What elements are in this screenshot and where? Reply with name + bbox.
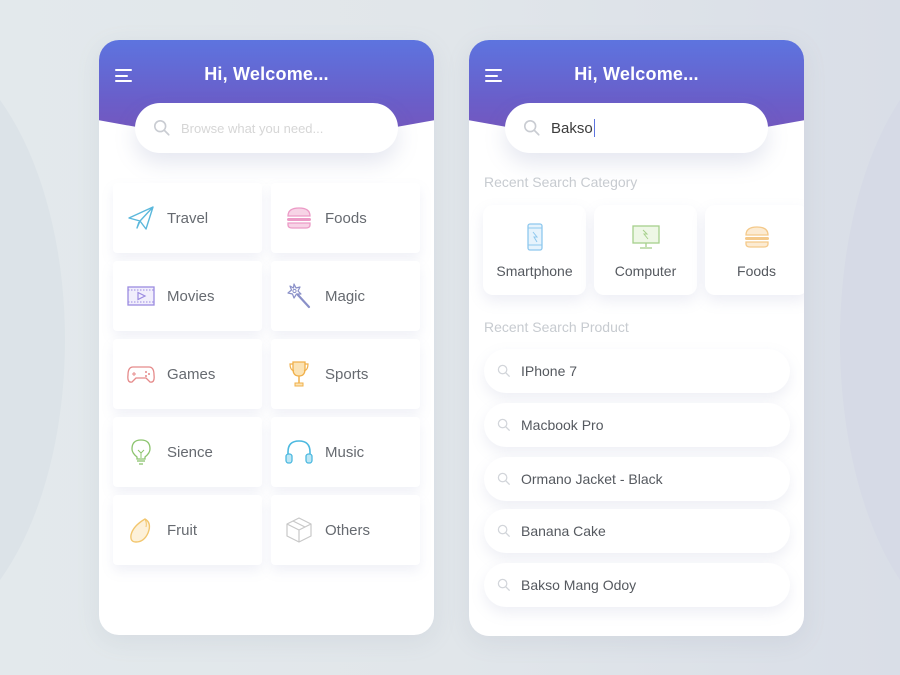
category-label: Fruit xyxy=(167,521,197,539)
category-tile-sports[interactable]: Sports xyxy=(271,339,420,409)
category-tile-fruit[interactable]: Fruit xyxy=(113,495,262,565)
box-icon xyxy=(286,517,312,543)
search-icon xyxy=(153,119,170,136)
category-tile-travel[interactable]: Travel xyxy=(113,183,262,253)
burger-icon xyxy=(744,226,769,248)
burger-icon xyxy=(287,207,311,229)
recent-product-heading: Recent Search Product xyxy=(484,319,629,335)
background-decoration-right xyxy=(840,40,900,640)
category-label: Others xyxy=(325,521,371,539)
gamepad-icon xyxy=(127,366,155,383)
product-label: IPhone 7 xyxy=(521,363,578,379)
smartphone-icon xyxy=(526,223,543,251)
recent-category-heading: Recent Search Category xyxy=(484,174,638,190)
page-title: Hi, Welcome... xyxy=(204,64,329,84)
recent-category-list: Smartphone Computer Foods xyxy=(483,205,804,297)
category-tile-foods[interactable]: Foods xyxy=(271,183,420,253)
product-label: Bakso Mang Odoy xyxy=(521,577,637,593)
recent-product-item[interactable]: Bakso Mang Odoy xyxy=(484,563,790,607)
category-label: Music xyxy=(325,443,365,461)
search-icon xyxy=(497,524,510,537)
headphones-icon xyxy=(285,440,313,464)
product-label: Ormano Jacket - Black xyxy=(521,471,663,487)
category-label: Sports xyxy=(325,365,369,383)
recent-product-item[interactable]: Ormano Jacket - Black xyxy=(484,457,790,501)
search-value: Bakso xyxy=(551,119,593,137)
background-decoration-left xyxy=(0,40,65,640)
trophy-icon xyxy=(289,361,309,387)
category-label: Travel xyxy=(167,209,209,227)
search-icon xyxy=(497,578,510,591)
category-tile-music[interactable]: Music xyxy=(271,417,420,487)
category-label: Foods xyxy=(737,263,776,279)
category-label: Computer xyxy=(614,263,677,279)
category-label: Movies xyxy=(167,287,215,305)
monitor-icon xyxy=(631,225,660,249)
category-label: Magic xyxy=(325,287,366,305)
category-tile-science[interactable]: Sience xyxy=(113,417,262,487)
category-label: Sience xyxy=(167,443,213,461)
search-icon xyxy=(523,119,540,136)
paper-plane-icon xyxy=(128,206,154,230)
recent-product-item[interactable]: IPhone 7 xyxy=(484,349,790,393)
category-label: Smartphone xyxy=(496,263,573,279)
recent-product-item[interactable]: Banana Cake xyxy=(484,509,790,553)
light-bulb-icon xyxy=(131,439,151,465)
search-icon xyxy=(497,472,510,485)
film-play-icon xyxy=(127,286,155,306)
product-label: Banana Cake xyxy=(521,523,606,539)
recent-category-computer[interactable]: Computer xyxy=(594,205,697,295)
mango-icon xyxy=(130,518,151,543)
text-caret xyxy=(593,119,595,137)
search-icon xyxy=(497,364,510,377)
search-icon xyxy=(497,418,510,431)
recent-category-smartphone[interactable]: Smartphone xyxy=(483,205,586,295)
recent-category-foods[interactable]: Foods xyxy=(705,205,804,295)
category-label: Games xyxy=(167,365,216,383)
page-title: Hi, Welcome... xyxy=(574,64,699,84)
home-screen: Hi, Welcome... Browse what you need... T… xyxy=(99,40,434,635)
product-label: Macbook Pro xyxy=(521,417,604,433)
recent-product-item[interactable]: Macbook Pro xyxy=(484,403,790,447)
search-placeholder: Browse what you need... xyxy=(181,120,324,136)
category-tile-magic[interactable]: Magic xyxy=(271,261,420,331)
category-tile-games[interactable]: Games xyxy=(113,339,262,409)
search-input[interactable]: Bakso xyxy=(505,103,768,153)
category-label: Foods xyxy=(325,209,367,227)
search-screen: Hi, Welcome... Bakso Recent Search Categ… xyxy=(469,40,804,636)
magic-wand-icon xyxy=(287,283,311,309)
search-input[interactable]: Browse what you need... xyxy=(135,103,398,153)
category-tile-movies[interactable]: Movies xyxy=(113,261,262,331)
category-tile-others[interactable]: Others xyxy=(271,495,420,565)
